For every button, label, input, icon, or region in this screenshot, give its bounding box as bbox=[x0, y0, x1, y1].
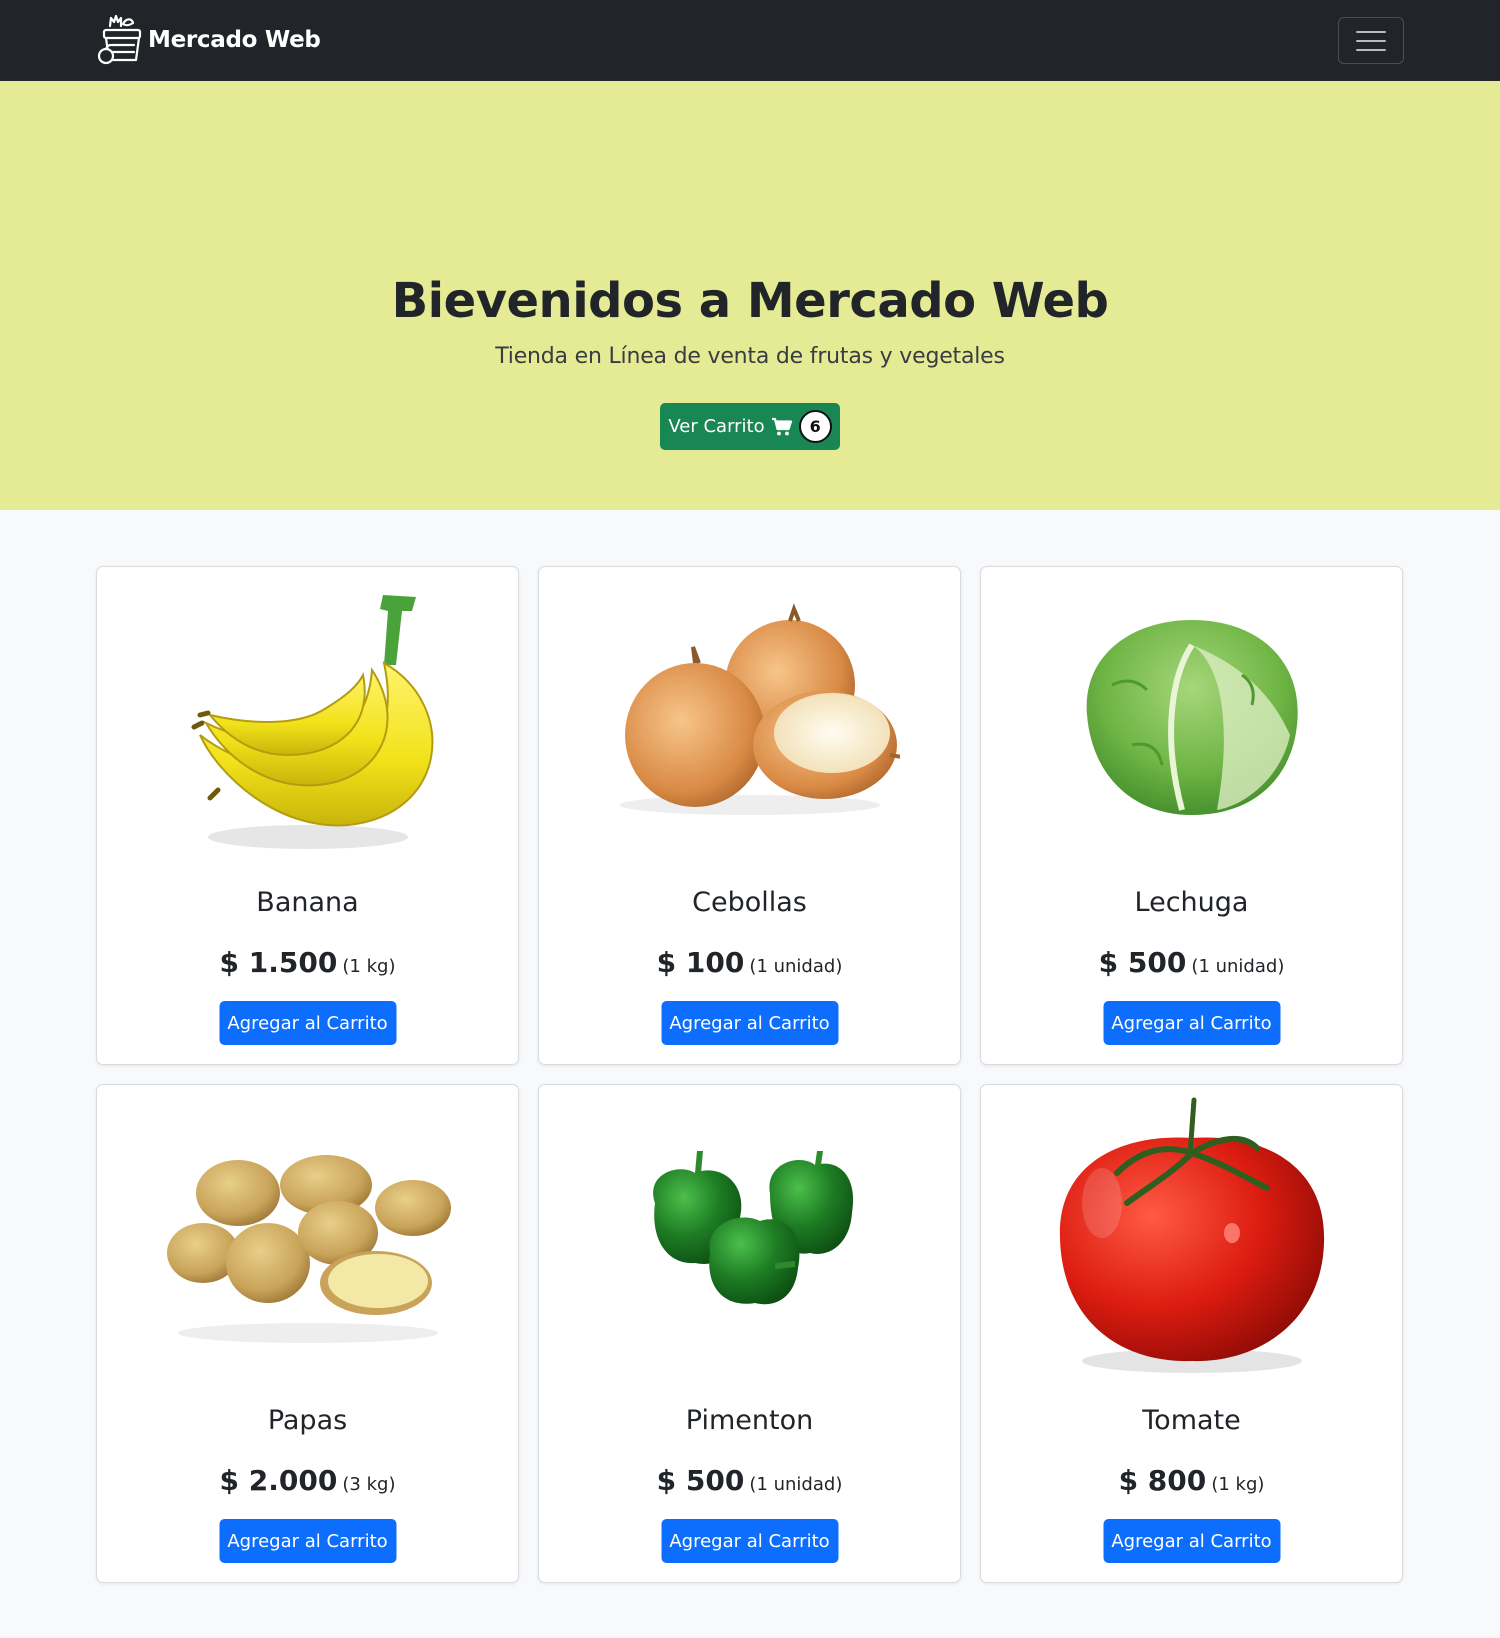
hamburger-menu-icon bbox=[1356, 30, 1386, 33]
product-name: Pimenton bbox=[685, 1405, 814, 1436]
brand-name: Mercado Web bbox=[148, 27, 321, 53]
product-price: $ 800 (1 kg) bbox=[981, 1464, 1402, 1497]
lettuce-image bbox=[1042, 575, 1342, 865]
price-value: $ 500 bbox=[1098, 946, 1187, 979]
basket-logo-icon bbox=[97, 14, 142, 65]
shopping-cart-icon bbox=[771, 417, 792, 435]
price-value: $ 800 bbox=[1118, 1464, 1207, 1497]
product-price: $ 1.500 (1 kg) bbox=[97, 946, 518, 979]
price-value: $ 2.000 bbox=[219, 1464, 338, 1497]
banana-image bbox=[158, 575, 458, 865]
product-price: $ 500 (1 unidad) bbox=[539, 1464, 960, 1497]
product-name: Banana bbox=[256, 887, 359, 918]
hero-subtitle: Tienda en Línea de venta de frutas y veg… bbox=[495, 344, 1005, 369]
hero-title: Bievenidos a Mercado Web bbox=[391, 273, 1109, 329]
add-to-cart-button[interactable]: Agregar al Carrito bbox=[219, 1001, 396, 1045]
add-to-cart-button[interactable]: Agregar al Carrito bbox=[1103, 1001, 1280, 1045]
product-name: Cebollas bbox=[692, 887, 807, 918]
navbar: Mercado Web bbox=[0, 0, 1500, 81]
product-price: $ 2.000 (3 kg) bbox=[97, 1464, 518, 1497]
price-unit: (1 unidad) bbox=[749, 956, 843, 977]
add-to-cart-button[interactable]: Agregar al Carrito bbox=[661, 1519, 838, 1563]
product-name: Lechuga bbox=[1134, 887, 1249, 918]
add-to-cart-button[interactable]: Agregar al Carrito bbox=[661, 1001, 838, 1045]
price-value: $ 500 bbox=[656, 1464, 745, 1497]
product-card: Papas $ 2.000 (3 kg) Agregar al Carrito bbox=[96, 1084, 519, 1583]
product-card: Cebollas $ 100 (1 unidad) Agregar al Car… bbox=[538, 566, 961, 1065]
product-name: Tomate bbox=[1142, 1405, 1241, 1436]
hamburger-menu-icon-bar bbox=[1356, 48, 1386, 51]
view-cart-label: Ver Carrito bbox=[668, 416, 765, 437]
price-unit: (1 unidad) bbox=[1191, 956, 1285, 977]
onion-image bbox=[600, 575, 900, 865]
add-to-cart-button[interactable]: Agregar al Carrito bbox=[219, 1519, 396, 1563]
pepper-image bbox=[600, 1093, 900, 1383]
product-name: Papas bbox=[267, 1405, 348, 1436]
hamburger-menu-icon-bar bbox=[1356, 39, 1386, 42]
cart-count-badge: 6 bbox=[798, 410, 832, 443]
price-unit: (1 unidad) bbox=[749, 1474, 843, 1495]
product-card: Tomate $ 800 (1 kg) Agregar al Carrito bbox=[980, 1084, 1403, 1583]
product-card: Banana $ 1.500 (1 kg) Agregar al Carrito bbox=[96, 566, 519, 1065]
price-unit: (1 kg) bbox=[342, 956, 396, 977]
product-grid: Banana $ 1.500 (1 kg) Agregar al Carrito bbox=[96, 566, 1404, 1583]
view-cart-button[interactable]: Ver Carrito 6 bbox=[660, 403, 840, 450]
hero-section: Bievenidos a Mercado Web Tienda en Línea… bbox=[0, 81, 1500, 510]
product-price: $ 100 (1 unidad) bbox=[539, 946, 960, 979]
product-card: Lechuga $ 500 (1 unidad) Agregar al Carr… bbox=[980, 566, 1403, 1065]
tomato-image bbox=[1042, 1093, 1342, 1383]
brand-link[interactable]: Mercado Web bbox=[96, 14, 321, 66]
price-unit: (3 kg) bbox=[342, 1474, 396, 1495]
product-price: $ 500 (1 unidad) bbox=[981, 946, 1402, 979]
price-unit: (1 kg) bbox=[1211, 1474, 1265, 1495]
navbar-toggler-button[interactable] bbox=[1338, 17, 1404, 64]
product-card: Pimenton $ 500 (1 unidad) Agregar al Car… bbox=[538, 1084, 961, 1583]
add-to-cart-button[interactable]: Agregar al Carrito bbox=[1103, 1519, 1280, 1563]
price-value: $ 1.500 bbox=[219, 946, 338, 979]
price-value: $ 100 bbox=[656, 946, 745, 979]
potato-image bbox=[158, 1093, 458, 1383]
